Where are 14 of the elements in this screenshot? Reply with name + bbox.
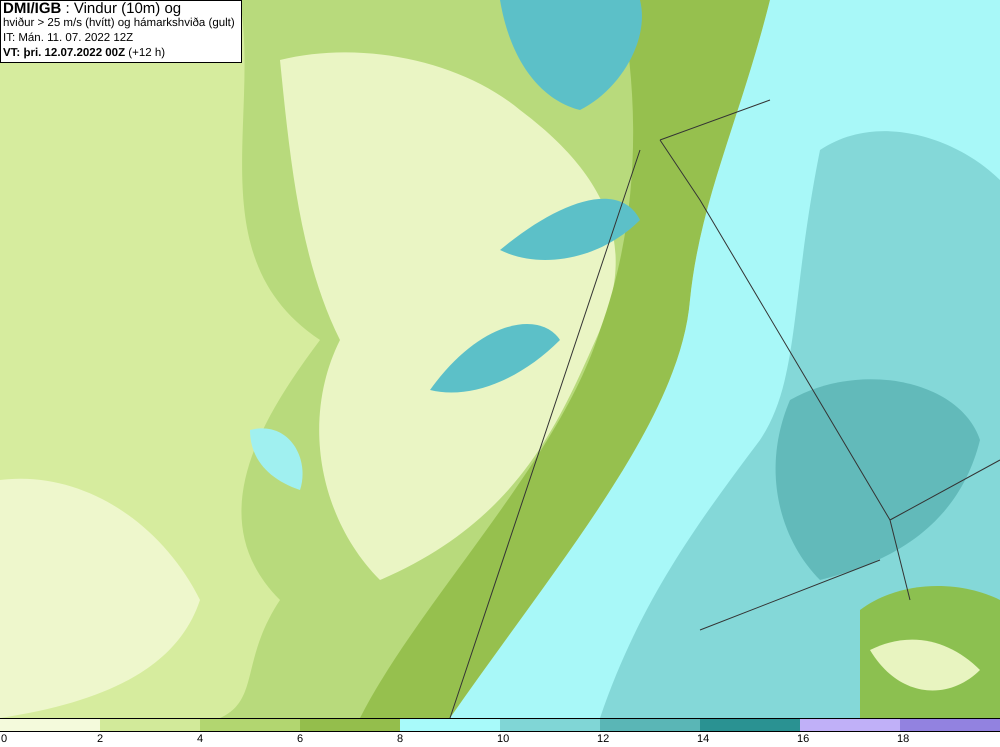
- legend-tick-label: 8: [397, 732, 404, 746]
- caption-line: hviður > 25 m/s (hvítt) og hámarkshviða (gult): [3, 16, 236, 31]
- legend-tick-label: 14: [697, 732, 710, 746]
- legend-tick-label: 0: [1, 732, 8, 746]
- caption-line: IT: Mán. 11. 07. 2022 12Z: [3, 31, 134, 46]
- legend-tick-label: 6: [297, 732, 304, 746]
- legend-tick-label: 16: [797, 732, 810, 746]
- legend-tick-label: 18: [897, 732, 910, 746]
- caption-line: VT: þri. 12.07.2022 00Z (+12 h): [3, 46, 166, 61]
- legend-tick-label: 4: [197, 732, 204, 746]
- legend-tick-label: 10: [497, 732, 510, 746]
- legend-tick-label: 2: [97, 732, 104, 746]
- legend-tick-label: 12: [597, 732, 610, 746]
- map-title: DMI/IGB : Vindur (10m) og: [3, 1, 182, 16]
